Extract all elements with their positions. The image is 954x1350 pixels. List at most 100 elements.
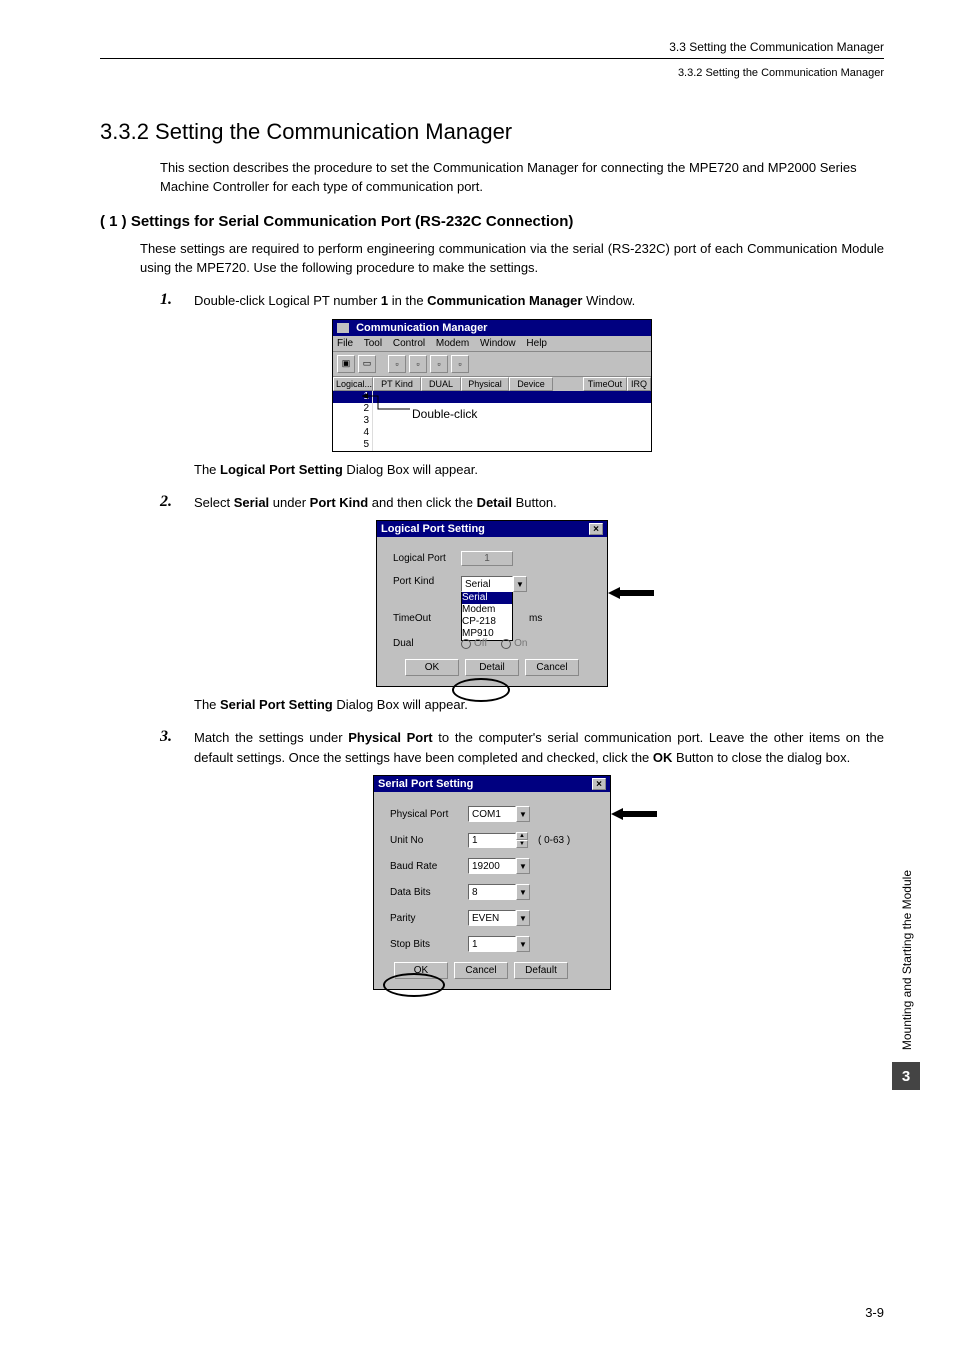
spinner-unit-no[interactable]: ▲ ▼ [516, 832, 528, 848]
menu-file[interactable]: File [337, 338, 353, 349]
dialog-titlebar: Logical Port Setting × [377, 521, 607, 537]
field-unit-no[interactable]: 1 [468, 833, 516, 848]
menu-bar[interactable]: File Tool Control Modem Window Help [333, 336, 651, 352]
toolbar-button-3[interactable]: ▫ [388, 355, 406, 373]
combo-value: 1 [468, 936, 516, 952]
t: Communication Manager [427, 293, 582, 308]
detail-button[interactable]: Detail [465, 659, 519, 676]
default-button[interactable]: Default [514, 962, 568, 979]
cell-logical: 5 [333, 439, 373, 451]
combo-physical-port[interactable]: COM1 ▼ [468, 806, 530, 822]
t: Double-click Logical PT number [194, 293, 381, 308]
toolbar-button-6[interactable]: ▫ [451, 355, 469, 373]
chevron-down-icon[interactable]: ▼ [516, 858, 530, 874]
header-breadcrumb-2: 3.3.2 Setting the Communication Manager [100, 65, 884, 79]
t: Button to close the dialog box. [672, 750, 850, 765]
menu-modem[interactable]: Modem [436, 338, 469, 349]
step-number: 1. [160, 291, 194, 311]
col-timeout[interactable]: TimeOut [583, 377, 627, 391]
t: Port Kind [310, 495, 369, 510]
combo-port-kind[interactable]: Serial ▼ [461, 576, 527, 592]
table-header: Logical... PT Kind DUAL Physical Device … [333, 377, 651, 391]
doc-icon: ▫ [416, 359, 419, 369]
subsection-heading: ( 1 ) Settings for Serial Communication … [100, 213, 884, 230]
label-port-kind: Port Kind [393, 576, 461, 587]
chevron-down-icon[interactable]: ▼ [516, 806, 530, 822]
section-heading: 3.3.2 Setting the Communication Manager [100, 119, 884, 145]
label-unit-no: Unit No [390, 835, 468, 846]
step-number: 3. [160, 728, 194, 767]
close-button[interactable]: × [589, 523, 603, 535]
step-2: 2. Select Serial under Port Kind and the… [160, 493, 884, 513]
step-number: 2. [160, 493, 194, 513]
doc-icon: ▫ [458, 359, 461, 369]
menu-control[interactable]: Control [393, 338, 425, 349]
toolbar-button-5[interactable]: ▫ [430, 355, 448, 373]
section-intro: This section describes the procedure to … [160, 159, 884, 197]
app-icon [337, 323, 349, 333]
table-row[interactable]: 4 [333, 427, 651, 439]
chevron-up-icon[interactable]: ▲ [516, 832, 528, 840]
chevron-down-icon[interactable]: ▼ [516, 884, 530, 900]
dialog-title: Logical Port Setting [381, 523, 485, 535]
list-item[interactable]: Serial [462, 592, 512, 604]
header-breadcrumb-1: 3.3 Setting the Communication Manager [100, 40, 884, 54]
close-icon: × [593, 524, 599, 535]
col-ptkind[interactable]: PT Kind [373, 377, 421, 391]
radio-off[interactable] [461, 639, 471, 649]
ok-button[interactable]: OK [394, 962, 448, 979]
combo-parity[interactable]: EVEN ▼ [468, 910, 530, 926]
t: Serial Port Setting [220, 697, 333, 712]
t: Button. [512, 495, 557, 510]
logical-port-setting-dialog: Logical Port Setting × Logical Port 1 Po… [376, 520, 608, 687]
radio-on[interactable] [501, 639, 511, 649]
col-dual[interactable]: DUAL [421, 377, 461, 391]
chevron-down-icon[interactable]: ▼ [516, 910, 530, 926]
cancel-button[interactable]: Cancel [454, 962, 508, 979]
chevron-down-icon[interactable]: ▼ [516, 936, 530, 952]
side-tab-chapter: 3 [892, 1062, 920, 1090]
combo-data-bits[interactable]: 8 ▼ [468, 884, 530, 900]
label-dual: Dual [393, 638, 461, 649]
t: Select [194, 495, 234, 510]
menu-help[interactable]: Help [526, 338, 547, 349]
chevron-down-icon[interactable]: ▼ [516, 840, 528, 848]
col-logical[interactable]: Logical... [333, 377, 373, 391]
combo-baud-rate[interactable]: 19200 ▼ [468, 858, 530, 874]
t: OK [653, 750, 673, 765]
callout-arrow [611, 807, 657, 821]
close-button[interactable]: × [592, 778, 606, 790]
side-tab-label: Mounting and Starting the Module [900, 870, 914, 1050]
step-1: 1. Double-click Logical PT number 1 in t… [160, 291, 884, 311]
comm-manager-window: Communication Manager File Tool Control … [332, 319, 652, 452]
col-irq[interactable]: IRQ [627, 377, 651, 391]
menu-window[interactable]: Window [480, 338, 516, 349]
toolbar-button-1[interactable]: ▣ [337, 355, 355, 373]
list-item[interactable]: CP-218 [462, 616, 512, 628]
combo-value: 8 [468, 884, 516, 900]
step1-result: The Logical Port Setting Dialog Box will… [194, 462, 884, 477]
cancel-button[interactable]: Cancel [525, 659, 579, 676]
callout-arrow [608, 586, 654, 600]
step-text: Select Serial under Port Kind and then c… [194, 493, 884, 513]
col-device[interactable]: Device [509, 377, 553, 391]
toolbar-button-2[interactable]: ▭ [358, 355, 376, 373]
t: Logical Port Setting [220, 462, 343, 477]
combo-stop-bits[interactable]: 1 ▼ [468, 936, 530, 952]
step2-result: The Serial Port Setting Dialog Box will … [194, 697, 884, 712]
cell-logical: 4 [333, 427, 373, 439]
t: Dialog Box will appear. [343, 462, 478, 477]
t: Detail [477, 495, 512, 510]
page-number: 3-9 [865, 1305, 884, 1320]
toolbar-button-4[interactable]: ▫ [409, 355, 427, 373]
combo-listbox[interactable]: Serial Modem CP-218 MP910 [461, 591, 513, 641]
col-physical[interactable]: Physical [461, 377, 509, 391]
chevron-down-icon[interactable]: ▼ [513, 576, 527, 592]
ok-button[interactable]: OK [405, 659, 459, 676]
menu-tool[interactable]: Tool [364, 338, 382, 349]
table-row[interactable]: 5 [333, 439, 651, 451]
combo-value: 19200 [468, 858, 516, 874]
t: The [194, 462, 220, 477]
list-item[interactable]: Modem [462, 604, 512, 616]
label-baud-rate: Baud Rate [390, 861, 468, 872]
